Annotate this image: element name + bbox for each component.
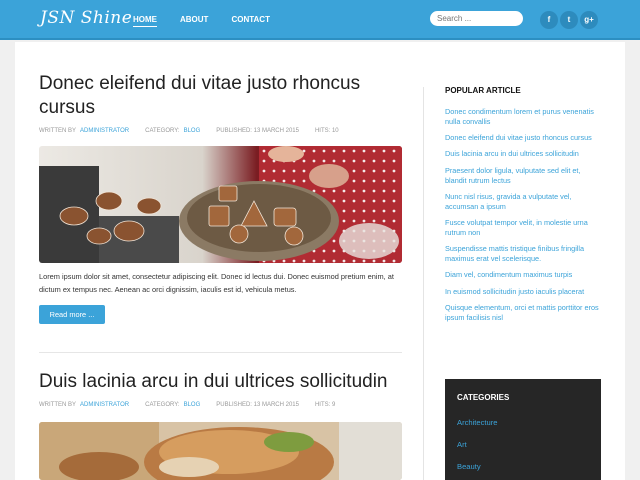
content-area: Donec eleifend dui vitae justo rhoncus c… xyxy=(15,42,625,480)
meta-category-label: CATEGORY: xyxy=(145,128,180,134)
category-link[interactable]: Beauty xyxy=(457,462,498,471)
post-title[interactable]: Duis lacinia arcu in dui ultrices sollic… xyxy=(39,370,402,394)
post-excerpt: Lorem ipsum dolor sit amet, consectetur … xyxy=(39,272,394,294)
twitter-icon[interactable]: t xyxy=(560,11,578,29)
meta-published: PUBLISHED: 13 MARCH 2015 xyxy=(216,128,299,134)
popular-article-link[interactable]: Quisque elementum, orci et mattis portti… xyxy=(445,303,601,323)
meta-published: PUBLISHED: 13 MARCH 2015 xyxy=(216,402,299,408)
categories-list: Architecture Art Beauty xyxy=(457,418,498,480)
popular-article-heading: POPULAR ARTICLE xyxy=(445,86,521,95)
nav-about[interactable]: ABOUT xyxy=(180,15,208,27)
post-title[interactable]: Donec eleifend dui vitae justo rhoncus c… xyxy=(39,72,402,120)
popular-article-link[interactable]: Fusce volutpat tempor velit, in molestie… xyxy=(445,218,601,238)
popular-article-link[interactable]: Duis lacinia arcu in dui ultrices sollic… xyxy=(445,149,601,159)
post-image-sandwich[interactable] xyxy=(39,422,402,480)
popular-article-link[interactable]: Nunc nisl risus, gravida a vulputate vel… xyxy=(445,192,601,212)
nav-contact[interactable]: CONTACT xyxy=(231,15,270,27)
meta-author-link[interactable]: ADMINISTRATOR xyxy=(80,128,129,134)
meta-category-link[interactable]: BLOG xyxy=(184,128,201,134)
nav-home[interactable]: HOME xyxy=(133,15,157,27)
popular-article-link[interactable]: Suspendisse mattis tristique finibus fri… xyxy=(445,244,601,264)
meta-category-label: CATEGORY: xyxy=(145,402,180,408)
category-link[interactable]: Art xyxy=(457,440,498,449)
post-meta: WRITTEN BY ADMINISTRATOR CATEGORY: BLOG … xyxy=(39,402,339,408)
popular-article-link[interactable]: Diam vel, condimentum maximus turpis xyxy=(445,270,601,280)
category-link[interactable]: Architecture xyxy=(457,418,498,427)
read-more-button[interactable]: Read more ... xyxy=(39,305,105,324)
main-nav: HOME ABOUT CONTACT xyxy=(133,15,293,27)
post-image-gingerbread-cookies[interactable] xyxy=(39,146,402,263)
google-plus-icon[interactable]: g+ xyxy=(580,11,598,29)
meta-written-label: WRITTEN BY xyxy=(39,128,76,134)
categories-panel: CATEGORIES Architecture Art Beauty xyxy=(445,379,601,480)
meta-author-link[interactable]: ADMINISTRATOR xyxy=(80,402,129,408)
site-logo[interactable]: JSN Shine xyxy=(40,8,132,28)
meta-hits: HITS: 9 xyxy=(314,402,336,408)
popular-article-link[interactable]: Donec eleifend dui vitae justo rhoncus c… xyxy=(445,133,601,143)
facebook-icon[interactable]: f xyxy=(540,11,558,29)
popular-article-link[interactable]: Donec condimentum lorem et purus venenat… xyxy=(445,107,601,127)
popular-article-link[interactable]: Praesent dolor ligula, vulputate sed eli… xyxy=(445,166,601,186)
site-header: JSN Shine HOME ABOUT CONTACT f t g+ xyxy=(0,0,640,40)
popular-article-link[interactable]: In euismod sollicitudin justo iaculis pl… xyxy=(445,287,601,297)
categories-heading: CATEGORIES xyxy=(457,393,510,402)
meta-written-label: WRITTEN BY xyxy=(39,402,76,408)
post-meta: WRITTEN BY ADMINISTRATOR CATEGORY: BLOG … xyxy=(39,128,343,134)
meta-hits: HITS: 10 xyxy=(314,128,339,134)
popular-article-list: Donec condimentum lorem et purus venenat… xyxy=(445,107,601,329)
column-divider xyxy=(423,87,424,480)
search-input[interactable] xyxy=(430,11,523,26)
meta-category-link[interactable]: BLOG xyxy=(184,402,201,408)
post-divider xyxy=(39,352,402,353)
